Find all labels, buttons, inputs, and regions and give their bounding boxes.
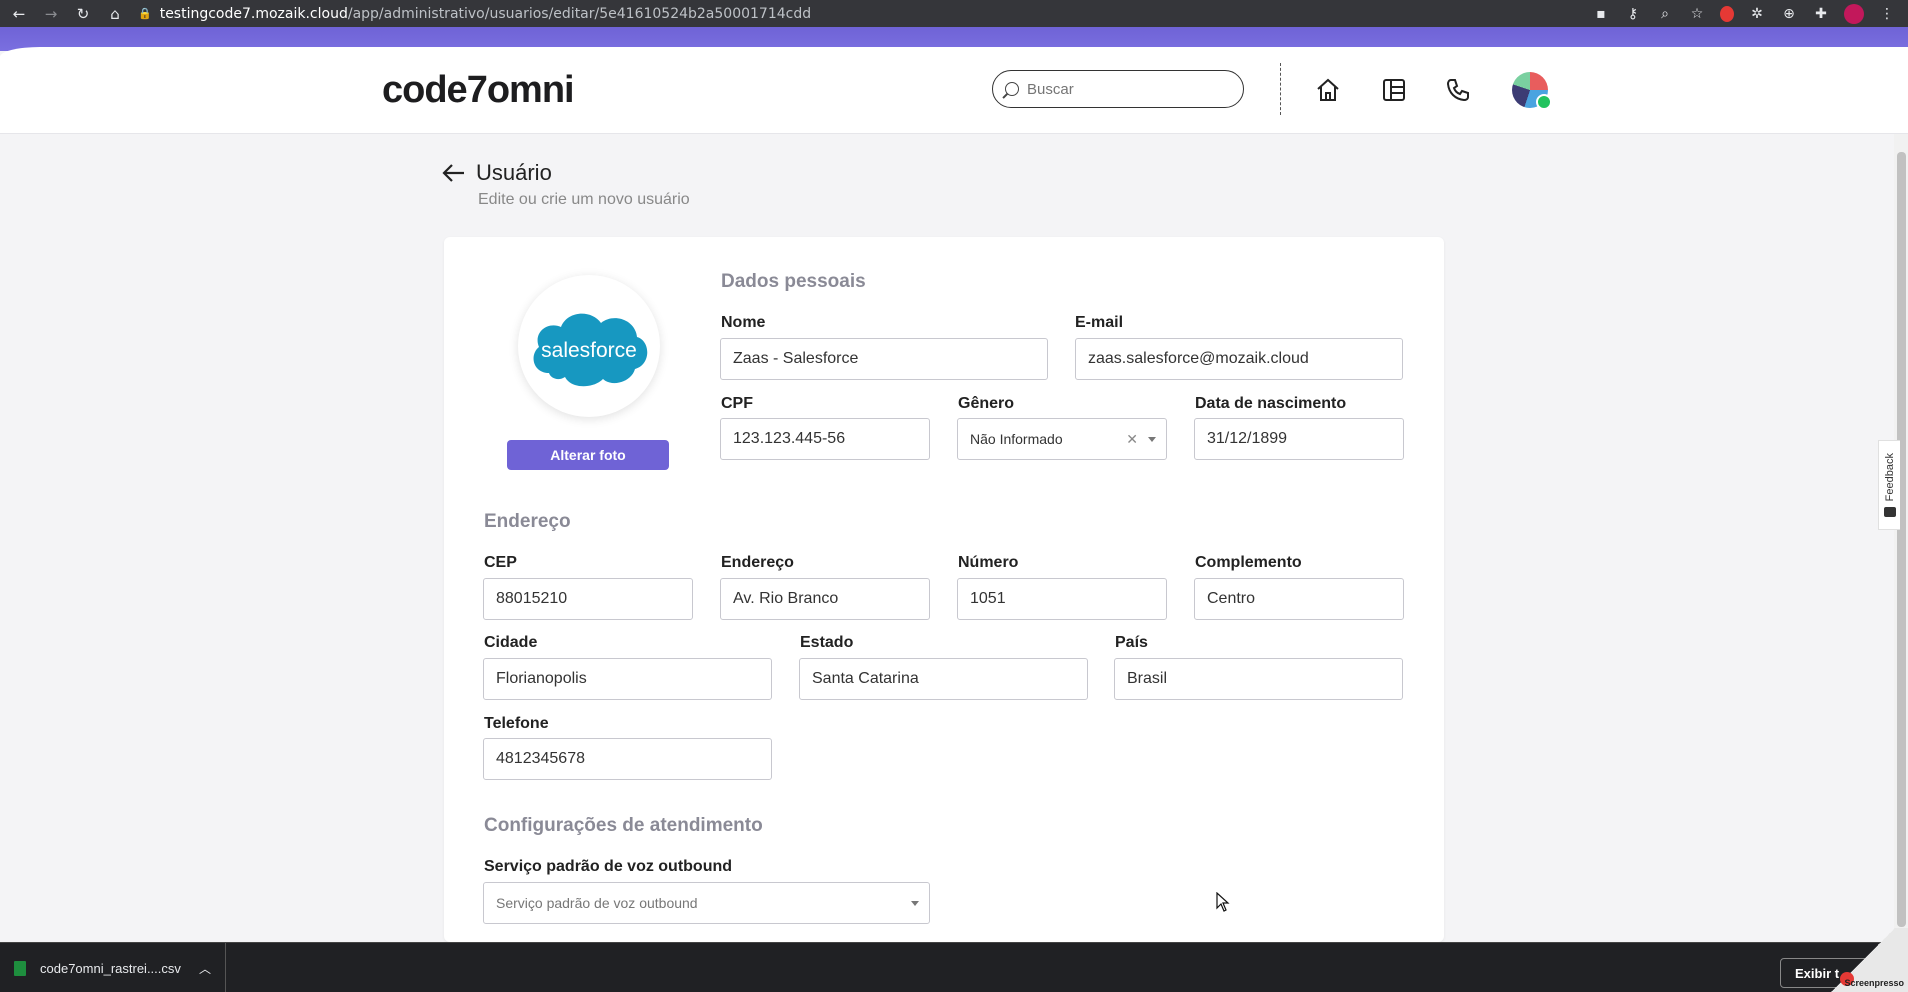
name-field[interactable]: Zaas - Salesforce [720, 338, 1048, 380]
address-bar[interactable]: 🔒 testingcode7.mozaik.cloud/app/administ… [138, 3, 1558, 25]
gender-value: Não Informado [970, 431, 1063, 447]
street-label: Endereço [721, 554, 794, 571]
country-field[interactable]: Brasil [1114, 658, 1403, 700]
number-field[interactable]: 1051 [957, 578, 1167, 620]
name-label: Nome [721, 314, 766, 331]
chevron-down-icon[interactable] [911, 900, 919, 906]
state-label: Estado [800, 634, 854, 651]
clear-icon[interactable]: ✕ [1126, 431, 1138, 448]
browser-nav: ← → ↻ ⌂ [6, 3, 128, 25]
app-logo[interactable]: code7omni [382, 69, 575, 112]
extension-red-icon[interactable] [1720, 5, 1734, 22]
complement-label: Complemento [1195, 554, 1302, 571]
reload-icon[interactable]: ↻ [70, 3, 96, 25]
birthdate-label: Data de nascimento [1195, 395, 1347, 412]
panels-icon[interactable] [1379, 75, 1409, 105]
feedback-icon [1883, 507, 1896, 518]
camera-icon[interactable]: ▪ [1592, 6, 1610, 22]
screenpresso-overlay: Screenpresso [1818, 928, 1908, 992]
home-nav-icon[interactable] [1313, 75, 1343, 105]
scrollbar-thumb[interactable] [1897, 152, 1906, 927]
voice-service-placeholder: Serviço padrão de voz outbound [496, 895, 698, 911]
extension-plus-icon[interactable]: ⊕ [1780, 6, 1798, 22]
forward-icon[interactable]: → [38, 3, 64, 25]
city-label: Cidade [484, 634, 538, 651]
zoom-icon[interactable]: ⌕ [1656, 6, 1674, 22]
app-header: code7omni [0, 47, 1908, 134]
voice-service-select[interactable]: Serviço padrão de voz outbound [483, 882, 930, 924]
user-avatar[interactable] [1512, 72, 1552, 110]
address-section-title: Endereço [484, 511, 571, 532]
star-icon[interactable]: ☆ [1688, 6, 1706, 22]
complement-field[interactable]: Centro [1194, 578, 1404, 620]
change-photo-button[interactable]: Alterar foto [507, 440, 669, 470]
back-arrow-icon[interactable] [442, 163, 466, 183]
screenpresso-brand: Screenpresso [1844, 978, 1904, 988]
search-input[interactable] [1027, 80, 1207, 98]
lock-icon: 🔒 [138, 7, 152, 20]
phone-icon[interactable] [1443, 75, 1473, 105]
url-host: testingcode7.mozaik.cloud [159, 5, 348, 22]
chevron-down-icon[interactable] [1148, 436, 1156, 442]
city-field[interactable]: Florianopolis [483, 658, 772, 700]
online-status-icon [1536, 94, 1552, 110]
browser-toolbar: ← → ↻ ⌂ 🔒 testingcode7.mozaik.cloud/app/… [0, 0, 1908, 27]
search-box[interactable] [992, 70, 1244, 108]
feedback-tab[interactable]: Feedback [1878, 440, 1900, 530]
page-title: Usuário [476, 160, 552, 185]
phone-field[interactable]: 4812345678 [483, 738, 772, 780]
page-subtitle: Edite ou crie um novo usuário [478, 191, 690, 208]
country-label: País [1115, 634, 1148, 651]
gender-select[interactable]: Não Informado ✕ [957, 418, 1167, 460]
phone-label: Telefone [484, 715, 549, 732]
key-icon[interactable]: ⚷ [1624, 6, 1642, 22]
puzzle-icon[interactable]: ✚ [1812, 6, 1830, 22]
header-divider [1280, 63, 1281, 115]
mouse-cursor-icon [1216, 891, 1230, 917]
service-section-title: Configurações de atendimento [484, 815, 763, 836]
salesforce-logo-text: salesforce [541, 339, 637, 362]
extensions: ▪ ⚷ ⌕ ☆ ✲ ⊕ ✚ ⋮ [1592, 3, 1896, 24]
gender-label: Gênero [958, 395, 1015, 412]
cpf-field[interactable]: 123.123.445-56 [720, 418, 930, 460]
profile-avatar-icon[interactable] [1844, 3, 1864, 24]
extension-gear-icon[interactable]: ✲ [1748, 6, 1766, 22]
back-icon[interactable]: ← [6, 3, 32, 25]
search-icon [1005, 82, 1019, 96]
email-field[interactable]: zaas.salesforce@mozaik.cloud [1075, 338, 1403, 380]
profile-photo: salesforce [518, 275, 660, 417]
menu-icon[interactable]: ⋮ [1878, 6, 1896, 22]
download-file-name: code7omni_rastrei....csv [40, 960, 181, 976]
download-item[interactable]: code7omni_rastrei....csv ︿ [12, 943, 226, 992]
salesforce-logo-icon: salesforce [533, 313, 648, 387]
url-path: /app/administrativo/usuarios/editar/5e41… [347, 5, 812, 22]
state-field[interactable]: Santa Catarina [799, 658, 1088, 700]
cep-field[interactable]: 88015210 [483, 578, 693, 620]
home-icon[interactable]: ⌂ [102, 3, 128, 25]
street-field[interactable]: Av. Rio Branco [720, 578, 930, 620]
personal-section-title: Dados pessoais [721, 271, 866, 292]
feedback-label: Feedback [1883, 452, 1896, 502]
user-form-card: salesforce Alterar foto Dados pessoais N… [444, 237, 1444, 942]
chevron-up-icon[interactable]: ︿ [199, 960, 211, 977]
cpf-label: CPF [721, 395, 753, 412]
csv-file-icon [14, 960, 26, 976]
voice-service-label: Serviço padrão de voz outbound [484, 858, 733, 875]
email-label: E-mail [1075, 314, 1124, 331]
number-label: Número [958, 554, 1019, 571]
downloads-bar: code7omni_rastrei....csv ︿ Exibir t [0, 942, 1908, 992]
birthdate-field[interactable]: 31/12/1899 [1194, 418, 1404, 460]
cep-label: CEP [484, 554, 517, 571]
